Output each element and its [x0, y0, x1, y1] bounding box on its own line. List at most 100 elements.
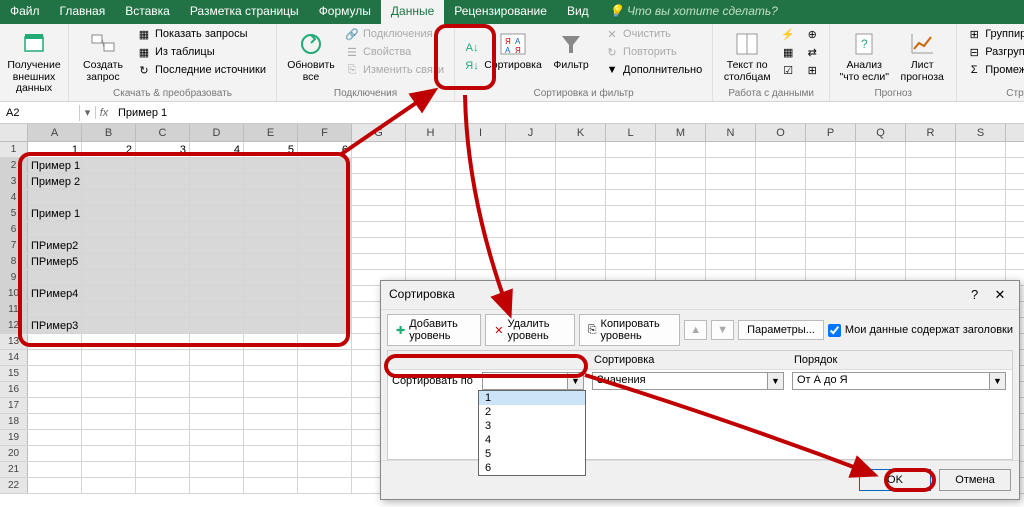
cell[interactable] [806, 238, 856, 253]
tab-view[interactable]: Вид [557, 0, 599, 24]
sort-button[interactable]: ЯААЯ Сортировка [487, 26, 539, 88]
cell[interactable] [28, 478, 82, 493]
cell[interactable] [298, 478, 352, 493]
cell[interactable] [244, 254, 298, 269]
cell[interactable] [556, 238, 606, 253]
cell[interactable] [136, 462, 190, 477]
column-header[interactable]: A [28, 124, 82, 141]
cell[interactable] [906, 142, 956, 157]
cell[interactable] [706, 222, 756, 237]
cell[interactable] [82, 414, 136, 429]
cell[interactable] [136, 158, 190, 173]
tab-file[interactable]: Файл [0, 0, 50, 24]
sort-on-combo[interactable]: Значения▼ [592, 372, 784, 390]
row-header[interactable]: 12 [0, 318, 28, 333]
cell[interactable] [656, 174, 706, 189]
row-header[interactable]: 20 [0, 446, 28, 461]
sort-za-button[interactable]: Я↓ [463, 58, 481, 74]
cell[interactable] [244, 190, 298, 205]
cell[interactable] [352, 238, 406, 253]
cell[interactable] [190, 302, 244, 317]
cell[interactable] [82, 398, 136, 413]
cell[interactable] [136, 382, 190, 397]
cell[interactable] [806, 158, 856, 173]
cell[interactable] [406, 190, 456, 205]
cell[interactable] [190, 430, 244, 445]
cell[interactable] [28, 366, 82, 381]
cell[interactable] [190, 254, 244, 269]
cell[interactable] [190, 366, 244, 381]
cell[interactable] [190, 382, 244, 397]
row-header[interactable]: 2 [0, 158, 28, 173]
cell[interactable] [190, 190, 244, 205]
cancel-button[interactable]: Отмена [939, 469, 1011, 491]
cell[interactable] [706, 158, 756, 173]
row-header[interactable]: 17 [0, 398, 28, 413]
row-header[interactable]: 5 [0, 206, 28, 221]
cell[interactable] [136, 398, 190, 413]
cell[interactable] [82, 430, 136, 445]
tab-formulas[interactable]: Формулы [309, 0, 381, 24]
consolidate-button[interactable]: ⊕ [803, 26, 821, 42]
cell[interactable] [136, 302, 190, 317]
column-header[interactable]: F [298, 124, 352, 141]
cell[interactable] [298, 158, 352, 173]
forecast-button[interactable]: Лист прогноза [896, 26, 948, 88]
tab-layout[interactable]: Разметка страницы [180, 0, 309, 24]
name-box-dropdown[interactable]: ▾ [80, 106, 96, 119]
cell[interactable] [956, 206, 1006, 221]
ungroup-button[interactable]: ⊟Разгруппировать [965, 44, 1024, 60]
cell[interactable] [244, 430, 298, 445]
cell[interactable] [756, 158, 806, 173]
subtotal-button[interactable]: ΣПромежуточный итог [965, 62, 1024, 78]
sort-order-combo[interactable]: От А до Я▼ [792, 372, 1006, 390]
cell[interactable] [136, 366, 190, 381]
row-header[interactable]: 4 [0, 190, 28, 205]
cell[interactable] [456, 190, 506, 205]
cell[interactable] [906, 174, 956, 189]
cell[interactable] [82, 254, 136, 269]
cell[interactable] [136, 478, 190, 493]
cell[interactable] [856, 190, 906, 205]
cell[interactable] [190, 478, 244, 493]
cell[interactable] [298, 254, 352, 269]
cell[interactable] [406, 158, 456, 173]
cell[interactable]: 1 [28, 142, 82, 157]
cell[interactable] [856, 222, 906, 237]
cell[interactable] [856, 238, 906, 253]
cell[interactable] [82, 302, 136, 317]
cell[interactable] [656, 222, 706, 237]
cell[interactable] [756, 238, 806, 253]
headers-checkbox[interactable]: Мои данные содержат заголовки [828, 324, 1013, 337]
cell[interactable] [28, 222, 82, 237]
cell[interactable] [28, 382, 82, 397]
get-external-data-button[interactable]: Получение внешних данных [8, 26, 60, 101]
cell[interactable] [298, 238, 352, 253]
cell[interactable] [136, 334, 190, 349]
cell[interactable] [906, 222, 956, 237]
cell[interactable] [906, 158, 956, 173]
cell[interactable] [82, 462, 136, 477]
cell[interactable] [82, 350, 136, 365]
cell[interactable]: ПРимер3 [28, 318, 82, 333]
cell[interactable] [244, 382, 298, 397]
cell[interactable] [956, 174, 1006, 189]
data-model-button[interactable]: ⊞ [803, 62, 821, 78]
cell[interactable] [352, 190, 406, 205]
cell[interactable] [706, 142, 756, 157]
cell[interactable] [244, 222, 298, 237]
cell[interactable] [556, 142, 606, 157]
cell[interactable] [606, 254, 656, 269]
cell[interactable] [244, 270, 298, 285]
cell[interactable] [856, 174, 906, 189]
cell[interactable]: 6 [298, 142, 352, 157]
cell[interactable] [956, 254, 1006, 269]
column-header[interactable]: B [82, 124, 136, 141]
cell[interactable] [82, 334, 136, 349]
cell[interactable] [556, 174, 606, 189]
row-header[interactable]: 13 [0, 334, 28, 349]
column-header[interactable]: G [352, 124, 406, 141]
cell[interactable] [656, 190, 706, 205]
cell[interactable] [906, 238, 956, 253]
cell[interactable] [406, 238, 456, 253]
